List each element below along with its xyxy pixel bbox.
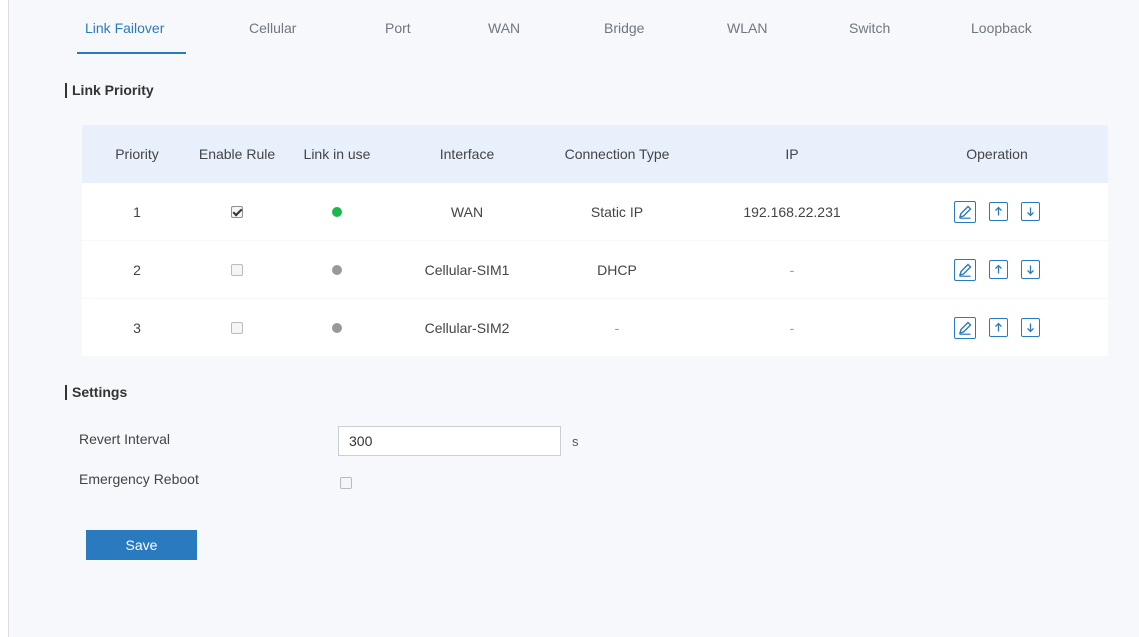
- interface-value: Cellular-SIM1: [424, 261, 510, 278]
- col-enable-rule: Enable Rule: [198, 146, 276, 162]
- arrow-up-icon[interactable]: [989, 318, 1008, 337]
- arrow-down-icon[interactable]: [1021, 260, 1040, 279]
- connection-type-value: -: [614, 319, 620, 336]
- col-operation: Operation: [966, 146, 1028, 162]
- link-status-dot: [332, 322, 342, 333]
- arrow-down-icon[interactable]: [1021, 318, 1040, 337]
- connection-type-value: Static IP: [590, 203, 644, 220]
- tab-wan[interactable]: WAN: [488, 20, 520, 36]
- enable-rule-checkbox[interactable]: [231, 205, 243, 218]
- col-connection-type: Connection Type: [564, 146, 670, 162]
- revert-interval-label: Revert Interval: [79, 431, 171, 447]
- arrow-down-icon[interactable]: [1021, 202, 1040, 221]
- enable-rule-checkbox[interactable]: [231, 263, 243, 276]
- arrow-up-icon[interactable]: [989, 202, 1008, 221]
- revert-interval-unit: s: [572, 434, 579, 449]
- col-interface: Interface: [439, 146, 495, 162]
- table-header: Priority Enable Rule Link in use Interfa…: [82, 125, 1108, 183]
- tab-bridge[interactable]: Bridge: [604, 20, 644, 36]
- priority-value: 2: [133, 261, 141, 278]
- ip-value: 192.168.22.231: [743, 203, 841, 220]
- interface-value: Cellular-SIM2: [424, 319, 510, 336]
- tab-port[interactable]: Port: [385, 20, 411, 36]
- priority-value: 3: [133, 319, 141, 336]
- table-row: 3 Cellular-SIM2 - -: [82, 299, 1108, 356]
- link-priority-table: Priority Enable Rule Link in use Interfa…: [82, 125, 1108, 356]
- tab-switch[interactable]: Switch: [849, 20, 890, 36]
- ip-value: -: [789, 319, 795, 336]
- page: Link Failover Cellular Port WAN Bridge W…: [8, 0, 1139, 637]
- ip-value: -: [789, 261, 795, 278]
- link-status-dot: [332, 206, 342, 217]
- tab-cellular[interactable]: Cellular: [249, 20, 296, 36]
- tab-loopback[interactable]: Loopback: [971, 20, 1032, 36]
- edit-icon[interactable]: [954, 258, 976, 281]
- tab-wlan[interactable]: WLAN: [727, 20, 767, 36]
- enable-rule-checkbox[interactable]: [231, 321, 243, 334]
- tab-link-failover[interactable]: Link Failover: [85, 20, 164, 36]
- settings-heading: Settings: [65, 384, 127, 400]
- emergency-reboot-checkbox[interactable]: [340, 477, 352, 489]
- table-row: 1 WAN Static IP 192.168.22.231: [82, 183, 1108, 240]
- col-link-in-use: Link in use: [303, 146, 371, 162]
- revert-interval-input[interactable]: [338, 426, 561, 456]
- interface-value: WAN: [450, 203, 484, 220]
- connection-type-value: DHCP: [597, 261, 637, 278]
- tab-bar: Link Failover Cellular Port WAN Bridge W…: [9, 0, 1139, 54]
- edit-icon[interactable]: [954, 200, 976, 223]
- arrow-up-icon[interactable]: [989, 260, 1008, 279]
- col-ip: IP: [785, 146, 799, 162]
- emergency-reboot-label: Emergency Reboot: [79, 471, 199, 487]
- link-status-dot: [332, 264, 342, 275]
- edit-icon[interactable]: [954, 316, 976, 339]
- priority-value: 1: [133, 203, 141, 220]
- active-tab-indicator: [77, 52, 186, 54]
- table-row: 2 Cellular-SIM1 DHCP -: [82, 241, 1108, 298]
- col-priority: Priority: [115, 146, 159, 162]
- save-button[interactable]: Save: [86, 530, 197, 560]
- link-priority-heading: Link Priority: [65, 82, 154, 98]
